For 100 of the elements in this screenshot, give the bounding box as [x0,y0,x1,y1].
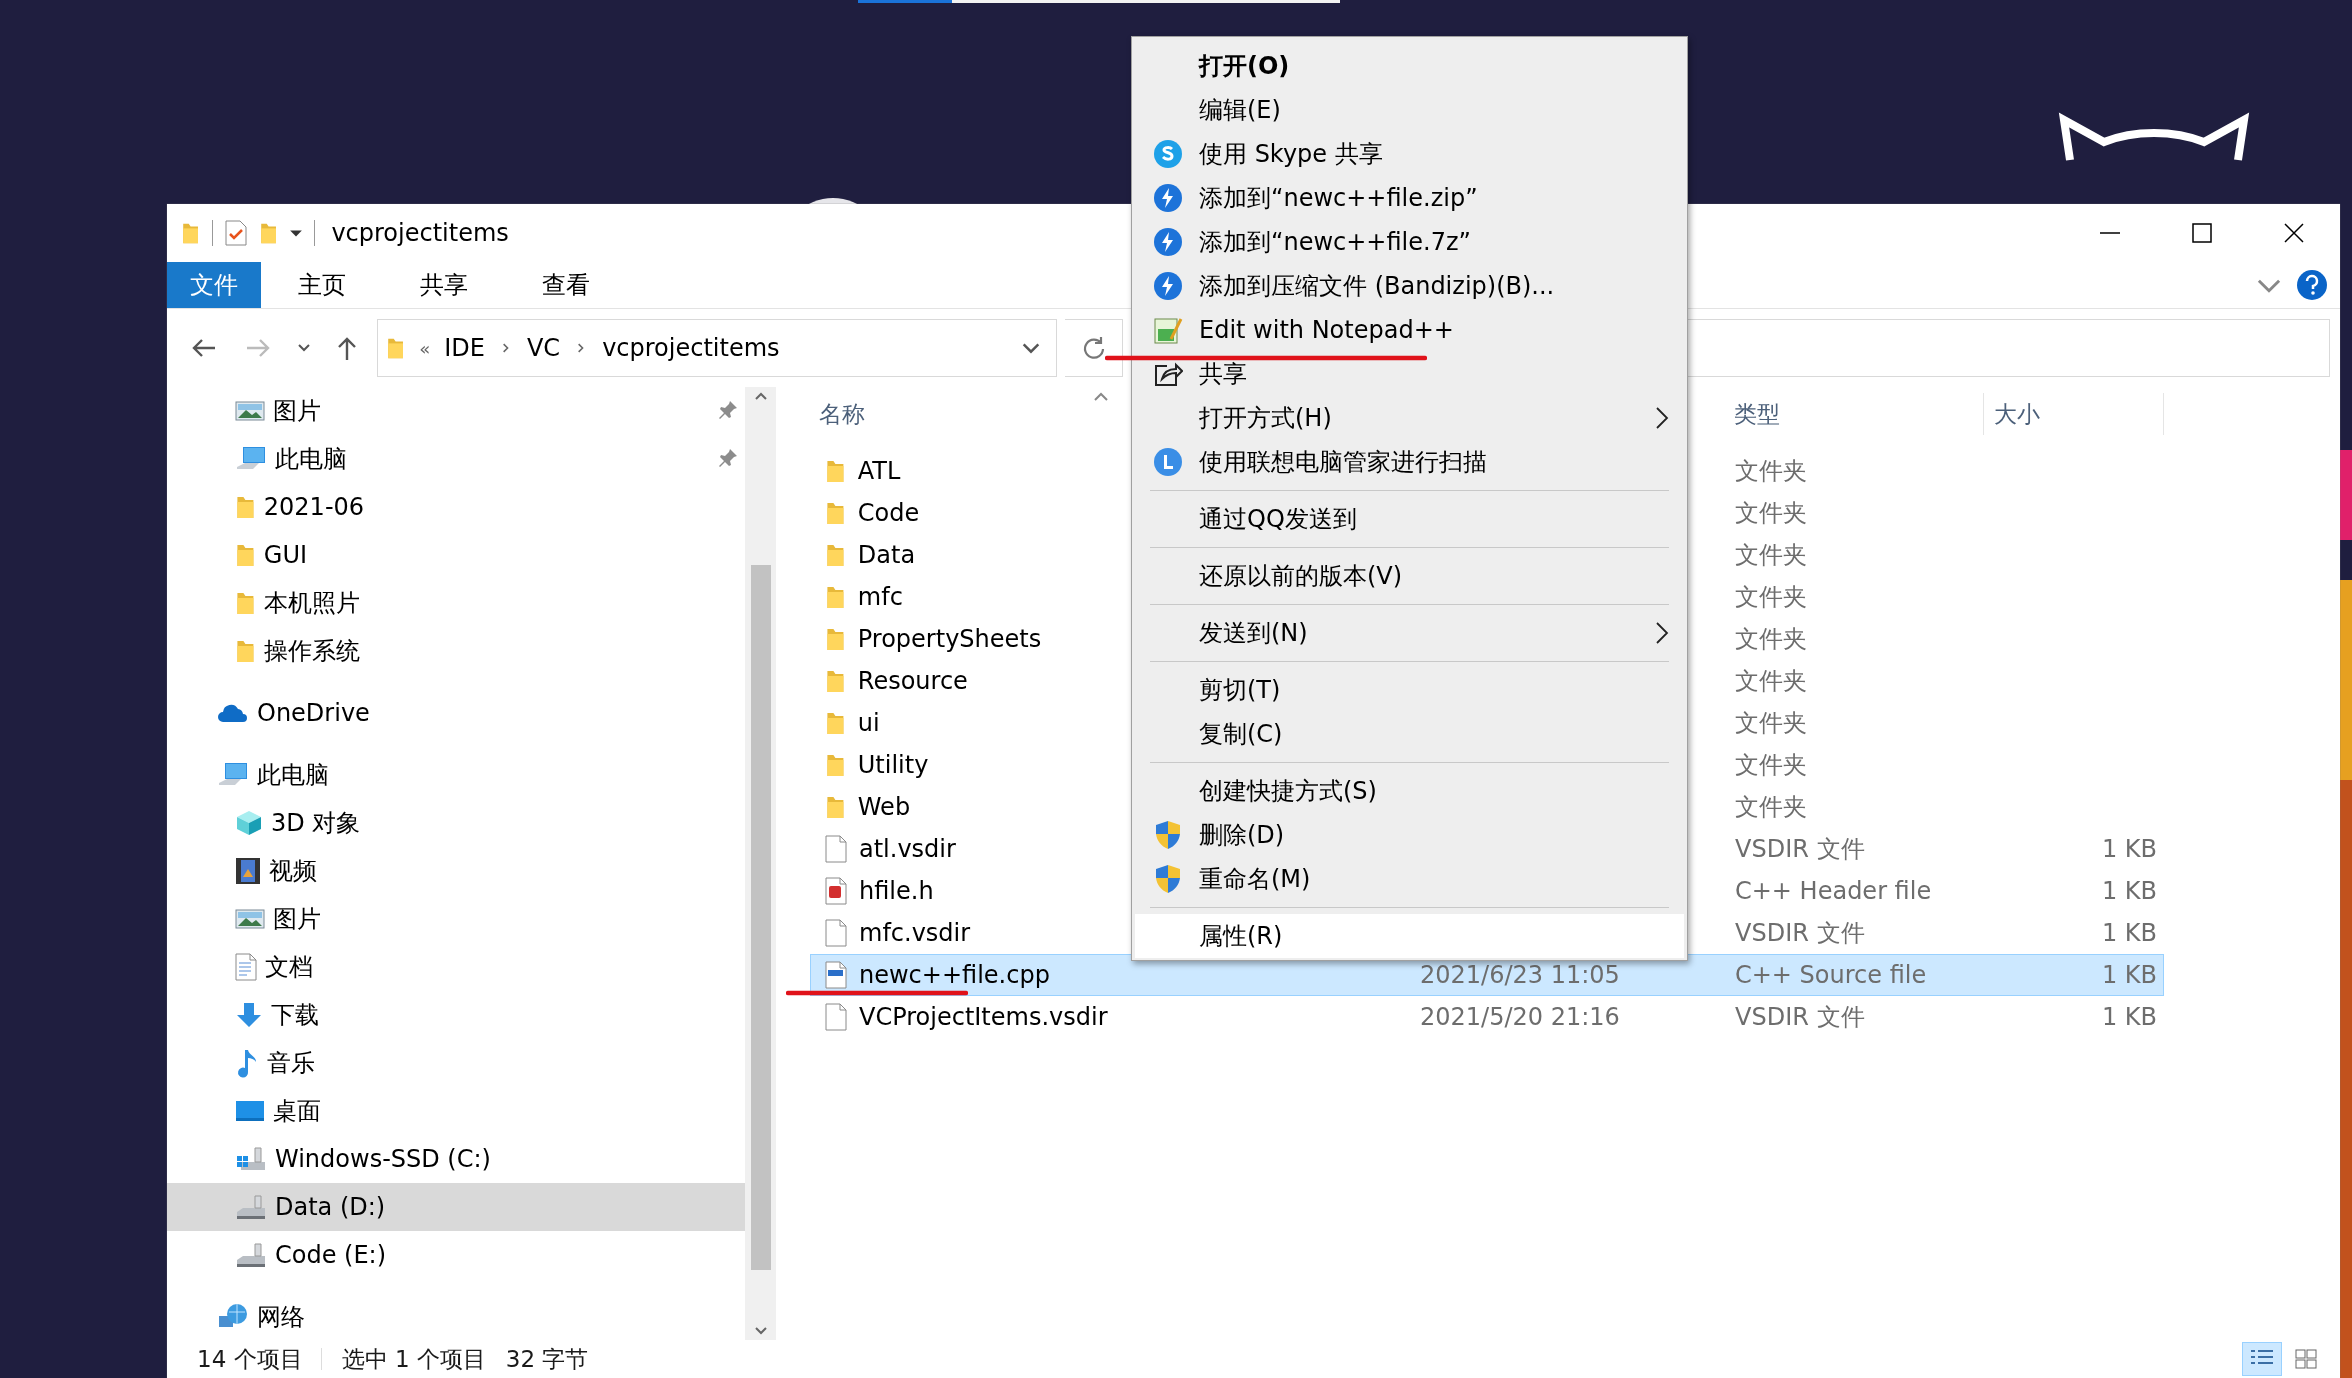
nav-item[interactable]: OneDrive [167,689,745,737]
nav-item[interactable]: Code (E:) [167,1231,745,1279]
breadcrumb[interactable]: VC [526,334,561,362]
folder-icon [825,752,846,778]
overflow-text: « [419,337,431,359]
type-cell-text: 文件夹 [1734,540,1807,571]
ribbon-tab[interactable]: 主页 [261,262,383,308]
file-name: mfc [857,583,903,611]
notepad-icon [1153,315,1183,345]
menu-item[interactable]: 打开(O) [1135,44,1684,88]
image-icon [235,907,265,931]
nav-item[interactable]: GUI [167,531,745,579]
selected-file-row[interactable]: newc++file.cpp 2021/6/23 11:05 C++ Source file 1 KB [810,954,2164,996]
up-arrow-icon [336,335,358,361]
file-name: VCProjectItems.vsdir [859,1003,1108,1031]
header-file-icon [825,877,847,905]
menu-item[interactable]: 发送到(N) [1135,611,1684,655]
date-cell-text: 2021/6/23 11:05 [1419,961,1620,989]
type-cell-text: VSDIR 文件 [1734,1002,1865,1033]
address-bar[interactable]: « IDE VC vcprojectitems [377,319,1057,377]
menu-item[interactable]: 编辑(E) [1135,88,1684,132]
forward-arrow-icon [245,337,271,359]
dropdown-icon[interactable] [290,229,303,237]
type-cell-text: 文件夹 [1734,498,1807,529]
scrollbar[interactable] [745,387,776,1340]
size-cell-text: 1 KB [2101,961,2158,989]
nav-item[interactable]: 2021-06 [167,483,745,531]
file-name: Data [857,541,916,569]
ribbon-tab[interactable]: 共享 [383,262,505,308]
nav-item[interactable]: Data (D:) [167,1183,745,1231]
nav-item[interactable]: 音乐 [167,1039,745,1087]
ribbon-tab[interactable]: 文件 [167,262,261,308]
cube-icon [235,809,263,837]
type-cell-text: 文件夹 [1734,750,1807,781]
menu-item[interactable]: 属性(R) [1135,914,1684,958]
size-cell-text: 1 KB [2101,919,2158,947]
nav-item[interactable]: 本机照片 [167,579,745,627]
size-cell-text: 1 KB [2101,835,2158,863]
type-cell-text: 文件夹 [1734,792,1807,823]
music-note-icon [235,1048,259,1078]
nav-item[interactable]: 视频 [167,847,745,895]
nav-item[interactable]: 此电脑 [167,751,745,799]
folder-icon [181,221,201,245]
date-cell-text: 2021/5/20 21:16 [1419,1003,1620,1031]
help-icon[interactable] [2296,269,2328,301]
selection-count: 选中 1 个项目 [341,1344,486,1374]
checklist-icon[interactable] [225,220,248,246]
folder-icon [825,626,846,652]
menu-item[interactable]: 重命名(M) [1135,857,1684,901]
type-cell-text: VSDIR 文件 [1734,918,1865,949]
cloud-icon [217,703,249,723]
menu-item[interactable]: 通过QQ发送到 [1135,497,1684,541]
details-view-button[interactable] [2242,1342,2282,1376]
menu-item[interactable]: 创建快捷方式(S) [1135,769,1684,813]
nav-item[interactable]: Windows-SSD (C:) [167,1135,745,1183]
nav-item[interactable]: 图片 [167,387,745,435]
folder-icon [235,590,256,616]
film-icon [235,857,261,885]
menu-item[interactable]: 剪切(T) [1135,668,1684,712]
ribbon-tab[interactable]: 查看 [505,262,627,308]
scrollbar-thumb[interactable] [750,565,771,1270]
menu-item[interactable]: 添加到“newc++file.7z” [1135,220,1684,264]
drive-icon [235,1192,267,1222]
nav-item[interactable]: 桌面 [167,1087,745,1135]
breadcrumb[interactable]: vcprojectitems [602,334,780,362]
nav-item[interactable]: 网络 [167,1293,745,1340]
nav-item[interactable]: 文档 [167,943,745,991]
share-icon [1153,360,1183,388]
menu-item[interactable]: 使用联想电脑管家进行扫描 [1135,440,1684,484]
refresh-button[interactable] [1065,319,1123,377]
menu-item[interactable]: 复制(C) [1135,712,1684,756]
menu-item[interactable]: 还原以前的版本(V) [1135,554,1684,598]
menu-item[interactable]: 删除(D) [1135,813,1684,857]
menu-item[interactable]: 添加到“newc++file.zip” [1135,176,1684,220]
nav-item[interactable]: 此电脑 [167,435,745,483]
column-header[interactable]: 类型 [1724,393,1984,435]
folder-icon [235,638,256,664]
nav-item[interactable]: 3D 对象 [167,799,745,847]
folder-icon [235,542,256,568]
maximize-icon [2191,222,2213,244]
lenovo-icon [1153,447,1183,477]
type-cell-text: 文件夹 [1734,582,1807,613]
document-icon [825,835,847,863]
lightning-icon [1153,227,1183,257]
drive-icon [235,1240,267,1270]
menu-item[interactable]: Edit with Notepad++ [1135,308,1684,352]
type-cell-text: 文件夹 [1734,708,1807,739]
menu-item[interactable]: 使用 Skype 共享 [1135,132,1684,176]
item-count: 14 个项目 [197,1344,303,1374]
nav-item[interactable]: 操作系统 [167,627,745,675]
menu-item[interactable]: 添加到压缩文件 (Bandizip)(B)... [1135,264,1684,308]
nav-item[interactable]: 图片 [167,895,745,943]
nav-item[interactable]: 下载 [167,991,745,1039]
breadcrumb[interactable]: IDE [444,334,485,362]
menu-item[interactable]: 打开方式(H) [1135,396,1684,440]
cpp-file-icon [825,961,847,989]
menu-item[interactable]: 共享 [1135,352,1684,396]
file-name: mfc.vsdir [859,919,971,947]
file-name: ui [857,709,880,737]
column-header[interactable]: 大小 [1984,393,2164,435]
